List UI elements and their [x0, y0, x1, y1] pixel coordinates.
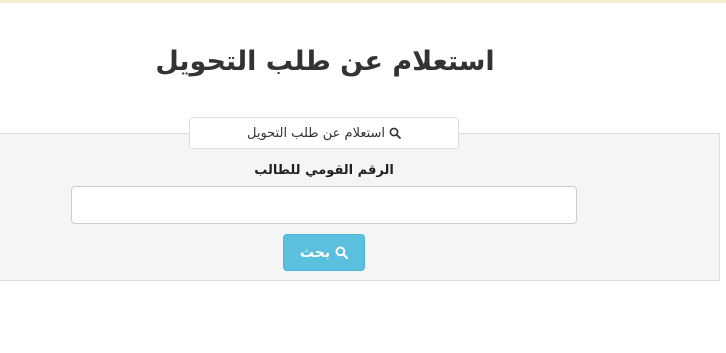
panel-tab: استعلام عن طلب التحويل	[189, 117, 459, 149]
search-icon	[335, 246, 349, 259]
national-id-input[interactable]	[71, 186, 577, 224]
page-title: استعلام عن طلب التحويل	[155, 46, 495, 77]
search-button[interactable]: بحث	[283, 234, 365, 271]
search-button-label: بحث	[299, 244, 331, 261]
search-icon	[389, 127, 401, 139]
top-accent-line	[0, 0, 726, 3]
national-id-label: الرقم القومي للطالب	[254, 163, 394, 178]
panel-tab-label: استعلام عن طلب التحويل	[246, 125, 386, 141]
